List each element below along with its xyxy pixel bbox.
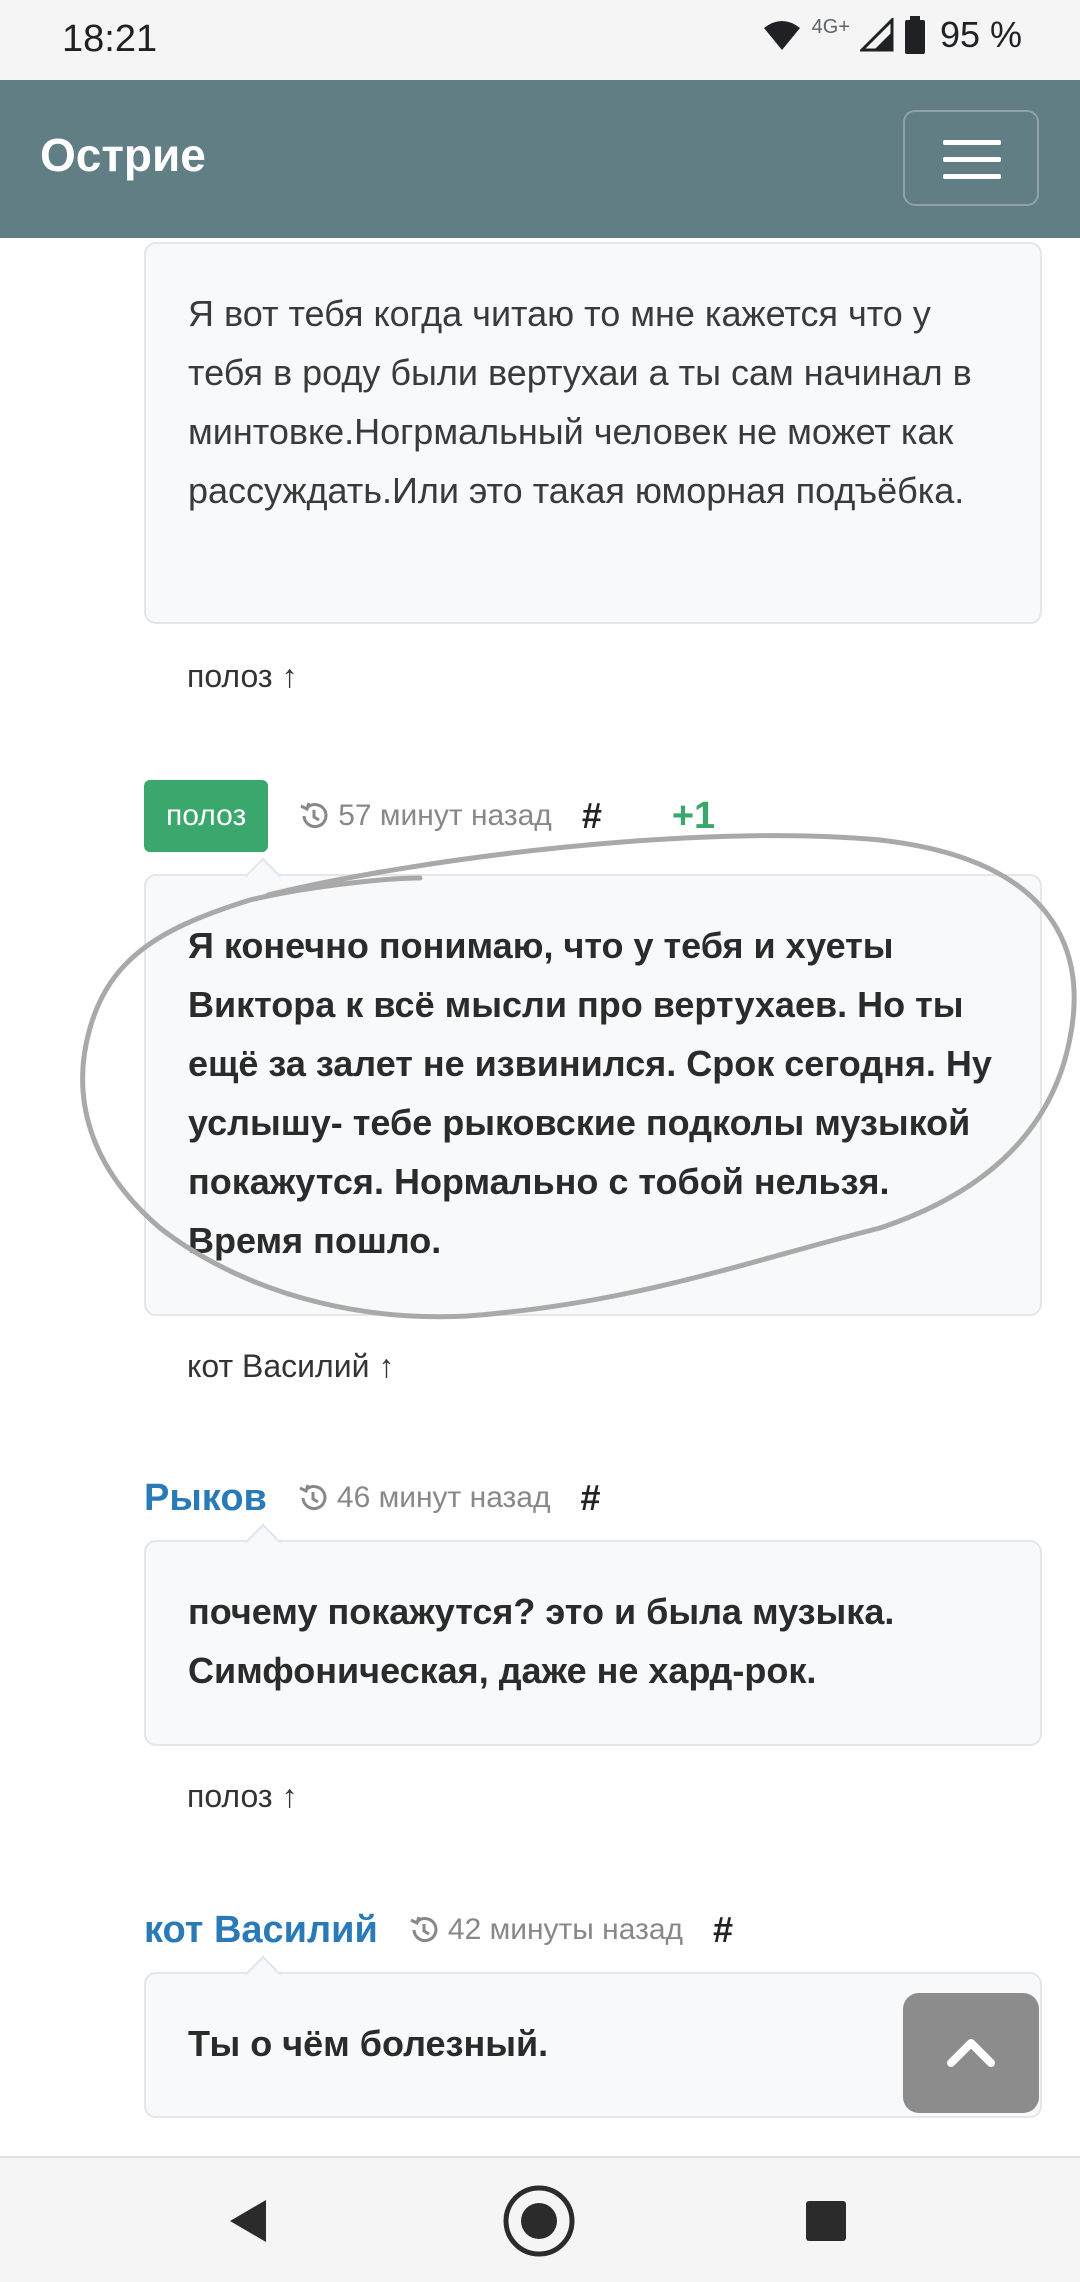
signal-icon: [859, 18, 894, 52]
history-icon: [300, 802, 328, 829]
permalink-hash[interactable]: #: [580, 1477, 600, 1519]
permalink-hash[interactable]: #: [713, 1909, 733, 1951]
comment-author[interactable]: полоз: [144, 780, 269, 852]
comment-time: 46 минут назад: [297, 1481, 551, 1515]
comment-text: почему покажутся? это и была музыка. Сим…: [188, 1591, 895, 1691]
comment-time-text: 42 минуты назад: [447, 1913, 684, 1946]
reply-to-link[interactable]: кот Василий ↑: [187, 1348, 394, 1385]
app-navbar: Острие: [0, 80, 1080, 238]
chevron-up-icon: [947, 2039, 995, 2067]
reply-to-link[interactable]: полоз ↑: [187, 1778, 297, 1815]
history-icon: [299, 1484, 327, 1511]
comment-time: 42 минуты назад: [408, 1913, 683, 1947]
comment-votes: +1: [671, 794, 716, 837]
comment-text: Я вот тебя когда читаю то мне кажется чт…: [188, 293, 972, 511]
status-icons: 4G+ 95 %: [762, 14, 1022, 56]
comments-list: Я вот тебя когда читаю то мне кажется чт…: [0, 238, 1080, 2156]
battery-icon: [904, 16, 925, 54]
scroll-to-top-button[interactable]: [903, 1993, 1039, 2113]
permalink-hash[interactable]: #: [582, 795, 602, 837]
home-icon[interactable]: [501, 2183, 577, 2259]
comment-text: Ты о чём болезный.: [188, 2023, 549, 2064]
comment-time-text: 46 минут назад: [336, 1481, 551, 1514]
site-brand[interactable]: Острие: [40, 128, 206, 182]
comment-time: 57 минут назад: [298, 799, 552, 833]
comment-author[interactable]: Рыков: [144, 1477, 267, 1520]
comment-body: Я вот тебя когда читаю то мне кажется чт…: [144, 242, 1042, 624]
battery-percent: 95 %: [939, 14, 1022, 55]
history-icon: [410, 1916, 438, 1943]
menu-toggle-button[interactable]: [903, 110, 1039, 206]
recents-icon[interactable]: [806, 2201, 846, 2241]
network-type: 4G+: [811, 15, 850, 38]
comment-meta: полоз 57 минут назад # +1: [144, 780, 715, 852]
comment-author[interactable]: кот Василий: [144, 1909, 378, 1952]
comment-time-text: 57 минут назад: [338, 799, 552, 832]
comment-body: почему покажутся? это и была музыка. Сим…: [144, 1523, 1042, 1746]
system-nav-bar: [0, 2156, 1080, 2282]
comment-meta: кот Василий 42 минуты назад #: [144, 1894, 733, 1966]
comment-body: Я конечно понимаю, что у тебя и хуеты Ви…: [144, 857, 1042, 1316]
comment-meta: Рыков 46 минут назад #: [144, 1462, 601, 1534]
status-time: 18:21: [62, 18, 158, 60]
back-icon[interactable]: [226, 2198, 268, 2244]
reply-to-link[interactable]: полоз ↑: [187, 658, 297, 695]
comment-text: Я конечно понимаю, что у тебя и хуеты Ви…: [188, 925, 992, 1261]
wifi-icon: [763, 21, 800, 50]
status-bar: 18:21 4G+ 95 %: [0, 0, 1080, 80]
